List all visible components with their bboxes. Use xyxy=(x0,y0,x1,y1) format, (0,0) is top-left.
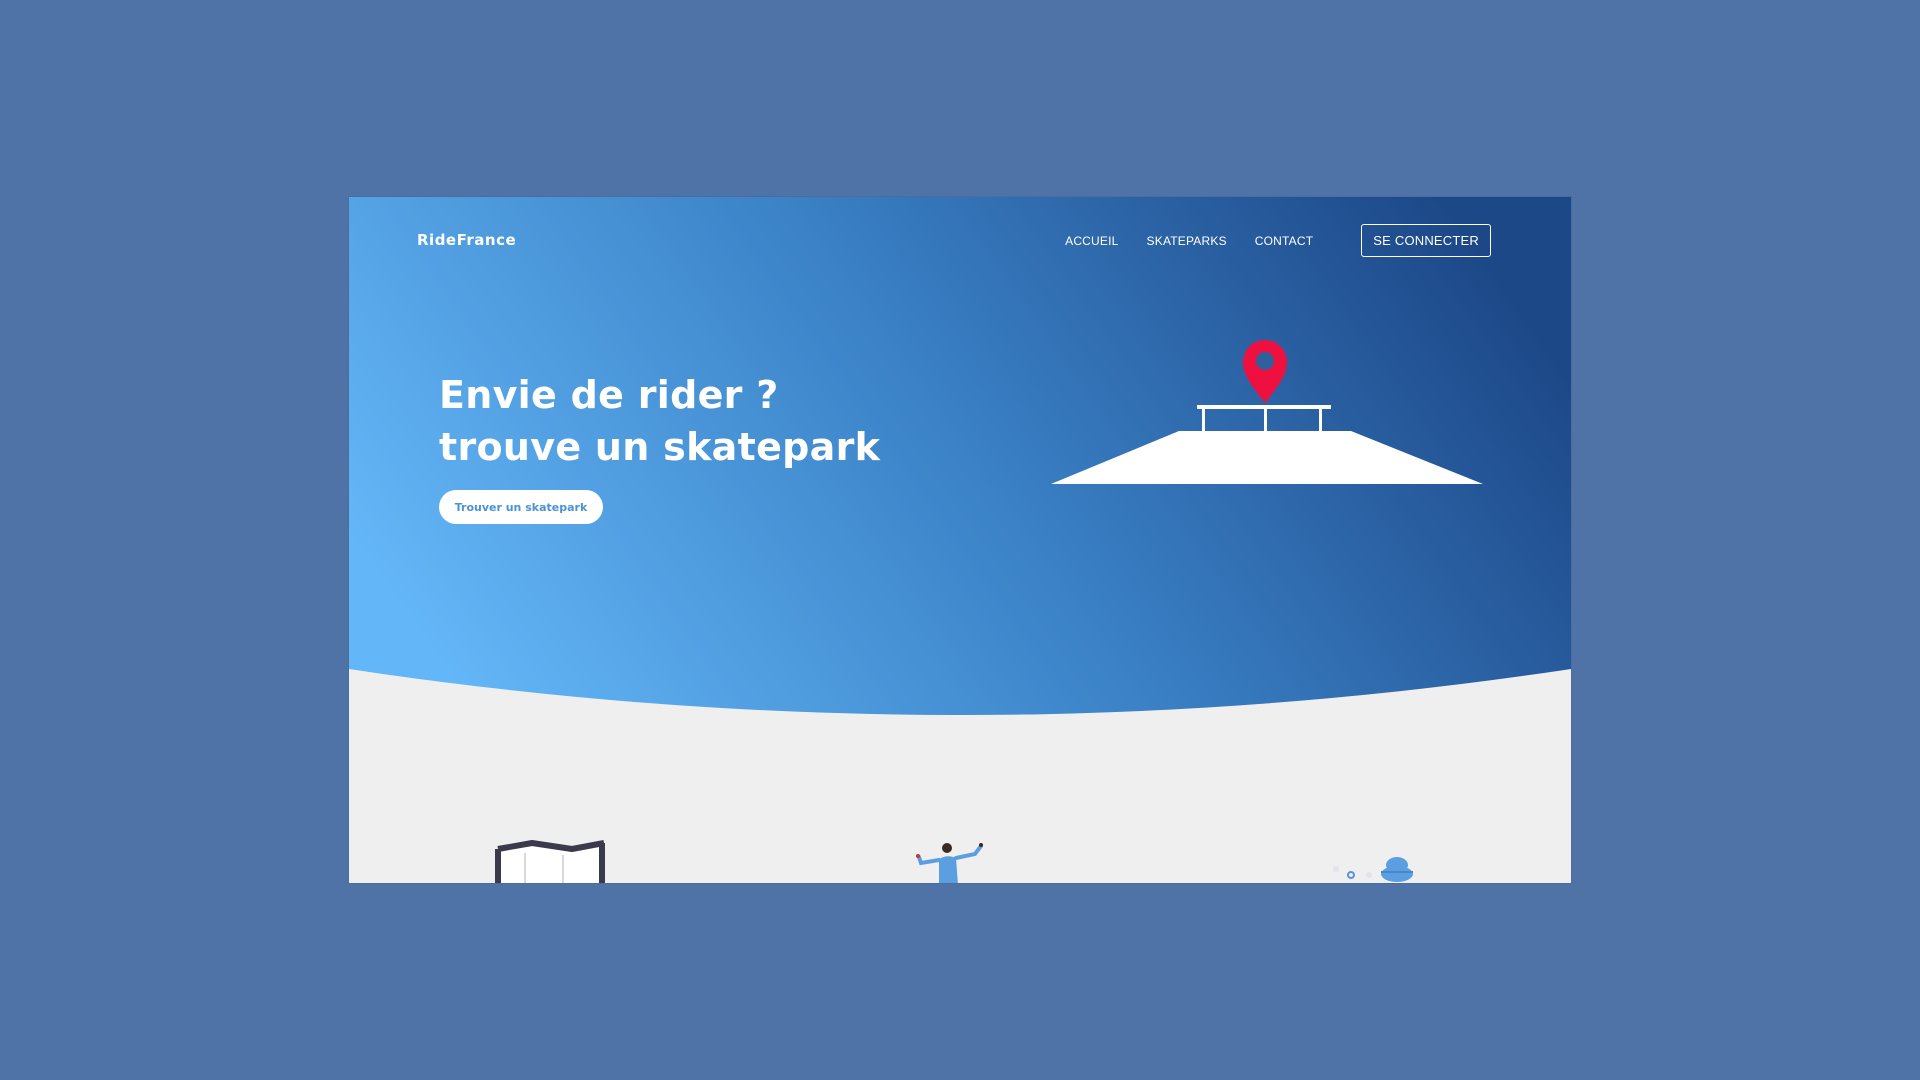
nav-links: ACCUEIL SKATEPARKS CONTACT SE CONNECTER xyxy=(1065,224,1491,257)
brand-logo[interactable]: RideFrance xyxy=(417,231,516,249)
hero-title-line-1: Envie de rider ? xyxy=(439,373,779,417)
map-dots-icon xyxy=(1333,857,1413,882)
connect-button[interactable]: SE CONNECTER xyxy=(1361,224,1491,257)
find-skatepark-button[interactable]: Trouver un skatepark xyxy=(439,490,603,524)
nav-link-contact[interactable]: CONTACT xyxy=(1255,234,1314,248)
map-pin-skate-ramp-icon xyxy=(1051,340,1483,484)
nav-link-skateparks[interactable]: SKATEPARKS xyxy=(1147,234,1227,248)
hero-title: Envie de rider ? trouve un skatepark xyxy=(439,369,880,473)
nav-link-accueil[interactable]: ACCUEIL xyxy=(1065,234,1118,248)
top-navigation: RideFrance ACCUEIL SKATEPARKS CONTACT SE… xyxy=(349,197,1571,287)
skater-icon xyxy=(916,843,983,883)
browser-page: RideFrance ACCUEIL SKATEPARKS CONTACT SE… xyxy=(349,197,1571,883)
hero-title-line-2: trouve un skatepark xyxy=(439,425,881,469)
map-icon xyxy=(495,840,605,883)
